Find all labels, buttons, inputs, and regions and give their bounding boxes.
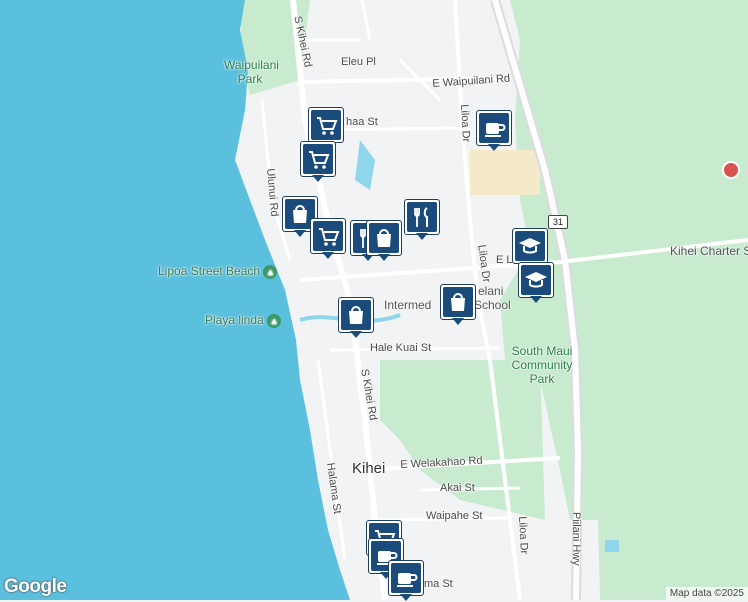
road-label-waipahe-st: Waipahe St [426, 510, 483, 522]
map-marker-shopping-bag[interactable] [440, 284, 476, 326]
waipuilani-park-label[interactable]: Waipuilani Park [224, 58, 279, 86]
map-marker-cart[interactable] [300, 141, 336, 183]
map-marker-school[interactable] [518, 262, 554, 304]
map-marker-cart[interactable] [310, 218, 346, 260]
hospital-icon[interactable] [722, 161, 740, 179]
road-label-halama-st-south: ma St [424, 578, 453, 590]
lokelani-school-label-top: elani [478, 284, 504, 298]
kihei-charter-label[interactable]: Kihei Charter Sch [670, 244, 748, 258]
school-icon [519, 238, 541, 254]
park-pin-icon: ▲ [267, 313, 282, 328]
road-label-liloa-dr-north: Liloa Dr [458, 104, 472, 143]
shopping-bag-icon [377, 229, 391, 247]
road-label-akai-st: Akai St [440, 482, 475, 494]
road-label-liloa-dr-south: Liloa Dr [516, 516, 530, 555]
road-label-hale-kuai-st: Hale Kuai St [370, 342, 432, 354]
restaurant-icon [414, 207, 428, 227]
playa-linda-label[interactable]: Playa linda ▲ [205, 313, 282, 328]
cart-icon [309, 151, 330, 169]
lokelani-school-label-rest[interactable]: School [474, 298, 511, 312]
cup-icon [485, 123, 506, 137]
route-31-shield: 31 [548, 215, 568, 229]
school-icon [525, 272, 547, 288]
parking-area [470, 150, 540, 195]
cart-icon [317, 117, 338, 135]
shopping-bag-icon [451, 293, 465, 311]
shopping-bag-icon [349, 306, 363, 324]
south-maui-park-label[interactable]: South Maui Community Park [504, 344, 580, 386]
map-marker-shopping-bag[interactable] [338, 297, 374, 339]
map-marker-shopping-bag[interactable] [366, 220, 402, 262]
kihei-town-label: Kihei [352, 460, 386, 477]
map-marker-restaurant[interactable] [404, 199, 440, 241]
lipoa-street-beach-label[interactable]: Lipoa Street Beach ▲ [158, 264, 278, 279]
lokelani-school-label[interactable]: Intermed [384, 298, 431, 312]
park-pin-icon: ▲ [263, 264, 278, 279]
map-marker-cup[interactable] [388, 560, 424, 602]
map-attribution: Map data ©2025 [665, 587, 748, 600]
map-canvas[interactable] [0, 0, 748, 600]
google-logo: Google [4, 576, 67, 597]
map-marker-cup[interactable] [476, 110, 512, 152]
cup-icon [397, 573, 418, 587]
road-label-eleu-pl: Eleu Pl [341, 56, 376, 68]
road-label-piilani-hwy: Piilani Hwy [570, 512, 582, 566]
road-label-kaiohaa-st: haa St [346, 116, 378, 128]
pond-south [605, 540, 619, 552]
cart-icon [319, 228, 340, 246]
